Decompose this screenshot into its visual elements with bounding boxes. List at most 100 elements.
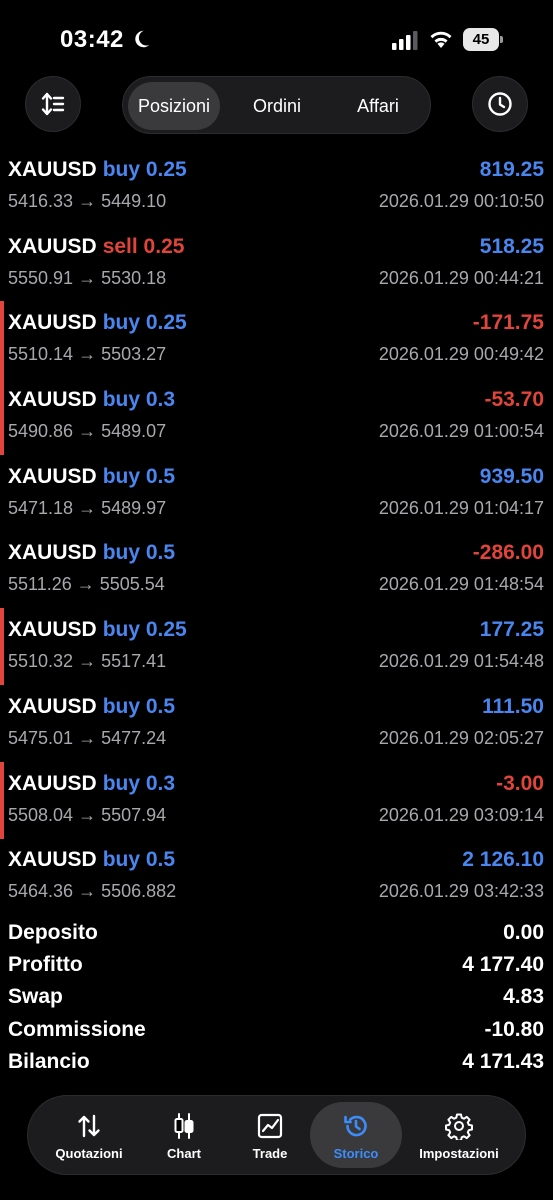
trade-time: 2026.01.29 02:05:27 xyxy=(378,727,544,748)
trade-symbol-line: XAUUSD buy 0.3 xyxy=(8,388,175,412)
trade-prices: 5475.01 → 5477.24 xyxy=(8,727,167,748)
trade-profit: 177.25 xyxy=(479,618,544,642)
trade-symbol-line: XAUUSD buy 0.25 xyxy=(8,618,187,642)
trade-time: 2026.01.29 00:10:50 xyxy=(378,191,544,211)
trade-symbol: XAUUSD xyxy=(8,234,97,258)
history-icon xyxy=(344,1115,367,1137)
trade-symbol: XAUUSD xyxy=(8,848,97,872)
top-nav: Posizioni Ordini Affari xyxy=(0,76,553,136)
candlestick-icon xyxy=(174,1113,194,1139)
trade-direction: sell 0.25 xyxy=(102,234,185,258)
trade-profit: -3.00 xyxy=(496,771,544,795)
trade-profit: 939.50 xyxy=(479,464,544,488)
moon-icon xyxy=(135,30,150,48)
tab-storico[interactable]: Storico xyxy=(310,1102,402,1168)
trade-row[interactable]: XAUUSD buy 0.25 5510.32 → 5517.41 177.25 202… xyxy=(0,608,553,686)
trade-time: 2026.01.29 01:54:48 xyxy=(378,651,544,672)
trade-profit: -53.70 xyxy=(484,388,544,412)
battery-indicator: 45 xyxy=(463,28,503,51)
tab-ordini[interactable]: Ordini xyxy=(227,82,327,130)
trade-row[interactable]: XAUUSD buy 0.3 5508.04 → 5507.94 -3.00 2026.… xyxy=(0,761,553,839)
trade-symbol: XAUUSD xyxy=(8,694,97,718)
trade-symbol-line: XAUUSD buy 0.5 xyxy=(8,465,175,489)
quotes-arrows-icon xyxy=(78,1114,100,1138)
trade-profit: 518.25 xyxy=(479,234,544,258)
battery-level: 45 xyxy=(463,28,499,51)
trade-symbol: XAUUSD xyxy=(8,618,97,642)
trade-prices: 5550.91 → 5530.18 xyxy=(8,267,167,288)
trade-row[interactable]: XAUUSD buy 0.5 5475.01 → 5477.24 111.50 2026… xyxy=(0,685,553,762)
trade-profit: 2 126.10 xyxy=(462,848,544,872)
trade-symbol: XAUUSD xyxy=(8,158,97,181)
trade-prices: 5464.36 → 5506.882 xyxy=(8,881,177,902)
clock-icon xyxy=(488,92,512,116)
tab-label: Trade xyxy=(252,1146,288,1161)
summary-row-profitto: Profitto 4 177.40 xyxy=(0,951,553,983)
trade-direction: buy 0.5 xyxy=(102,464,176,488)
summary-row-swap: Swap 4.83 xyxy=(0,983,553,1015)
trade-symbol-line: XAUUSD buy 0.3 xyxy=(8,772,175,796)
trade-row[interactable]: XAUUSD buy 0.5 5471.18 → 5489.97 939.50 2026… xyxy=(0,455,553,532)
trade-symbol: XAUUSD xyxy=(8,311,97,335)
period-button[interactable] xyxy=(472,76,528,132)
tab-posizioni[interactable]: Posizioni xyxy=(128,82,220,130)
trade-symbol: XAUUSD xyxy=(8,388,97,412)
status-bar: 03:42 45 xyxy=(0,0,553,80)
trade-row[interactable]: XAUUSD sell 0.25 5550.91 → 5530.18 518.25 20… xyxy=(0,225,553,302)
summary-label: Bilancio xyxy=(8,1049,90,1073)
trade-prices: 5416.33 → 5449.10 xyxy=(8,191,167,211)
trade-row[interactable]: XAUUSD buy 0.25 5416.33 → 5449.10 819.25 202… xyxy=(0,148,553,225)
trade-direction: buy 0.25 xyxy=(102,311,187,335)
tab-affari[interactable]: Affari xyxy=(330,82,426,130)
loss-marker xyxy=(0,301,4,379)
trade-row[interactable]: XAUUSD buy 0.25 5510.14 → 5503.27 -171.75 20… xyxy=(0,301,553,379)
gear-icon xyxy=(445,1113,473,1140)
loss-marker xyxy=(0,761,4,839)
trade-time: 2026.01.29 03:09:14 xyxy=(378,804,544,825)
trade-direction: buy 0.3 xyxy=(102,388,176,412)
status-time: 03:42 xyxy=(60,26,124,53)
summary-row-bilancio: Bilancio 4 171.43 xyxy=(0,1048,553,1080)
trade-prices: 5510.14 → 5503.27 xyxy=(8,344,167,365)
tab-impostazioni[interactable]: Impostazioni xyxy=(413,1096,505,1174)
trade-symbol-line: XAUUSD buy 0.5 xyxy=(8,695,175,719)
trade-direction: buy 0.25 xyxy=(102,618,187,642)
tab-label: Impostazioni xyxy=(419,1146,499,1161)
trade-symbol-line: XAUUSD buy 0.25 xyxy=(8,158,187,182)
tab-chart[interactable]: Chart xyxy=(138,1096,230,1174)
tab-quotazioni[interactable]: Quotazioni xyxy=(43,1096,135,1174)
trade-symbol-line: XAUUSD buy 0.5 xyxy=(8,541,175,565)
trade-profit: -171.75 xyxy=(472,311,544,335)
trade-direction: buy 0.5 xyxy=(102,541,176,565)
sort-button[interactable] xyxy=(25,76,81,132)
trade-prices: 5471.18 → 5489.97 xyxy=(8,497,167,518)
trade-symbol: XAUUSD xyxy=(8,771,97,795)
trade-symbol: XAUUSD xyxy=(8,464,97,488)
summary-label: Commissione xyxy=(8,1017,146,1041)
summary-value: 4.83 xyxy=(503,985,544,1009)
summary-label: Deposito xyxy=(8,921,98,944)
trade-profit: -286.00 xyxy=(472,541,544,565)
trade-row[interactable]: XAUUSD buy 0.5 5511.26 → 5505.54 -286.00 202… xyxy=(0,531,553,608)
loss-marker xyxy=(0,608,4,686)
trade-symbol-line: XAUUSD buy 0.25 xyxy=(8,311,187,335)
trade-time: 2026.01.29 01:00:54 xyxy=(378,421,544,442)
tab-trade[interactable]: Trade xyxy=(224,1096,316,1174)
trade-time: 2026.01.29 00:44:21 xyxy=(378,267,544,288)
trade-profit: 819.25 xyxy=(479,158,544,181)
summary-label: Profitto xyxy=(8,953,83,977)
summary-value: 0.00 xyxy=(503,921,544,944)
summary: Deposito 0.00 Profitto 4 177.40 Swap 4.8… xyxy=(0,919,553,1080)
trade-symbol-line: XAUUSD buy 0.5 xyxy=(8,848,175,872)
signal-icon xyxy=(392,31,418,50)
trade-row[interactable]: XAUUSD buy 0.5 5464.36 → 5506.882 2 126.10 2… xyxy=(0,838,553,915)
trade-symbol-line: XAUUSD sell 0.25 xyxy=(8,235,184,259)
segmented-control: Posizioni Ordini Affari xyxy=(122,76,431,134)
trade-row[interactable]: XAUUSD buy 0.3 5490.86 → 5489.07 -53.70 2026… xyxy=(0,378,553,456)
loss-marker xyxy=(0,378,4,456)
trade-list: XAUUSD buy 0.25 5416.33 → 5449.10 819.25 202… xyxy=(0,148,553,915)
tab-label: Quotazioni xyxy=(55,1146,123,1161)
trade-profit: 111.50 xyxy=(482,694,544,718)
trade-direction: buy 0.5 xyxy=(102,694,176,718)
trade-time: 2026.01.29 00:49:42 xyxy=(378,344,544,365)
